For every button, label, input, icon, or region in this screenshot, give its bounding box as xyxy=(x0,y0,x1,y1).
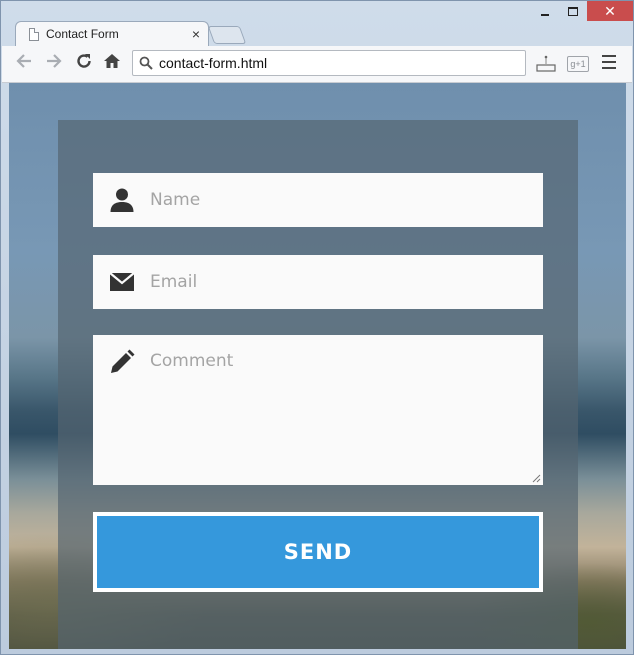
key-icon[interactable] xyxy=(535,54,557,74)
maximize-button[interactable] xyxy=(559,1,587,21)
address-bar[interactable]: contact-form.html xyxy=(132,50,526,76)
new-tab-button[interactable] xyxy=(207,26,247,44)
minimize-button[interactable] xyxy=(531,1,559,21)
browser-window: Contact Form × ✕ contact-form.html g+1 N… xyxy=(0,0,634,655)
page-icon xyxy=(29,28,39,41)
email-field xyxy=(93,255,543,309)
resize-grip-icon[interactable] xyxy=(532,474,541,483)
contact-form: SEND xyxy=(58,120,578,649)
home-icon[interactable] xyxy=(100,52,124,76)
tab-close-icon[interactable]: × xyxy=(192,25,200,43)
tab-strip: Contact Form × ✕ xyxy=(1,1,633,48)
comment-field xyxy=(93,335,543,485)
name-input[interactable] xyxy=(150,189,533,211)
pencil-icon xyxy=(111,349,135,373)
envelope-icon xyxy=(109,272,135,291)
window-close-button[interactable]: ✕ xyxy=(587,1,633,21)
reload-icon[interactable] xyxy=(72,52,96,76)
user-icon xyxy=(110,188,134,212)
google-plus-button[interactable]: g+1 xyxy=(567,56,589,72)
forward-arrow-icon[interactable] xyxy=(42,52,66,76)
comment-textarea[interactable] xyxy=(150,351,533,477)
name-field xyxy=(93,173,543,227)
email-input[interactable] xyxy=(150,271,533,293)
tab-contact-form[interactable]: Contact Form × xyxy=(15,21,209,48)
search-icon xyxy=(139,56,153,70)
page-viewport: SEND xyxy=(9,83,626,649)
hamburger-menu-icon[interactable] xyxy=(602,55,616,71)
url-text: contact-form.html xyxy=(159,55,268,71)
tab-title: Contact Form xyxy=(46,27,119,41)
browser-toolbar: contact-form.html g+1 xyxy=(2,46,632,83)
send-button[interactable]: SEND xyxy=(93,512,543,592)
back-arrow-icon[interactable] xyxy=(12,52,36,76)
